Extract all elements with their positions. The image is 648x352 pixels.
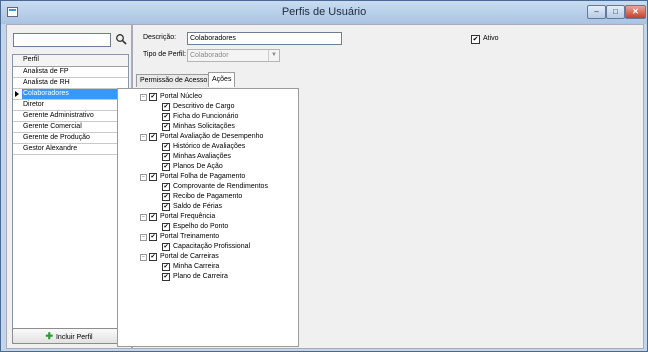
tree-item-label: Saldo de Férias	[173, 203, 223, 210]
profile-list: Perfil Analista de FP Analista de RH Colab…	[12, 54, 129, 344]
tree-checkbox[interactable]: ✔	[162, 103, 170, 111]
chevron-down-icon[interactable]: ▼	[268, 50, 279, 61]
tree-group-label: Portal Avaliação de Desempenho	[160, 133, 264, 140]
list-item[interactable]: Analista de RH	[13, 78, 128, 89]
list-header-label: Perfil	[23, 56, 39, 63]
list-item-label: Analista de FP	[23, 68, 69, 75]
row-indicator-icon	[15, 91, 19, 97]
list-item[interactable]: Colaboradores	[13, 89, 128, 100]
profiles-window: Perfis de Usuário – □ ✕ Perfil Analista …	[0, 0, 648, 352]
tree-item-label: Ficha do Funcionário	[173, 113, 239, 120]
tree-checkbox[interactable]: ✔	[162, 183, 170, 191]
tree-checkbox[interactable]: ✔	[162, 123, 170, 131]
tree-group-label: Portal Treinamento	[160, 233, 220, 240]
search-icon[interactable]	[115, 33, 127, 45]
tree-item-label: Minha Carreira	[173, 263, 220, 270]
collapse-icon[interactable]: −	[140, 134, 147, 141]
tree-item-label: Recibo de Pagamento	[173, 193, 243, 200]
collapse-icon[interactable]: −	[140, 234, 147, 241]
tree-item-label: Minhas Avaliações	[173, 153, 231, 160]
permission-tree: − ✔ Portal Núcleo ✔ Descritivo de Cargo ✔ Fich…	[117, 88, 299, 347]
list-item-label: Gerente Administrativo	[23, 112, 94, 119]
tree-checkbox[interactable]: ✔	[149, 253, 157, 261]
list-item[interactable]: Gestor Alexandre	[13, 144, 128, 155]
descricao-input[interactable]: Colaboradores	[187, 32, 342, 45]
tab-permissao-de-acesso[interactable]: Permissão de Acesso	[136, 74, 212, 87]
collapse-icon[interactable]: −	[140, 174, 147, 181]
tree-checkbox[interactable]: ✔	[149, 213, 157, 221]
list-item-label: Gerente Comercial	[23, 123, 82, 130]
list-item-label: Analista de RH	[23, 79, 70, 86]
list-header[interactable]: Perfil	[13, 55, 128, 67]
minimize-button[interactable]: –	[587, 5, 606, 19]
tree-item-label: Minhas Solicitações	[173, 123, 235, 130]
tree-group-label: Portal Núcleo	[160, 93, 203, 100]
tree-checkbox[interactable]: ✔	[149, 93, 157, 101]
descricao-label: Descrição:	[143, 34, 177, 41]
list-item-label: Colaboradores	[22, 89, 128, 99]
tipo-select[interactable]: Colaborador ▼	[187, 49, 280, 62]
search-input[interactable]	[13, 33, 111, 47]
tree-item-label: Descritivo de Cargo	[173, 103, 235, 110]
tree-group-label: Portal Folha de Pagamento	[160, 173, 246, 180]
tree-checkbox[interactable]: ✔	[162, 263, 170, 271]
list-item[interactable]: Gerente de Produção	[13, 133, 128, 144]
tree-checkbox[interactable]: ✔	[162, 193, 170, 201]
list-item-label: Gerente de Produção	[23, 134, 90, 141]
collapse-icon[interactable]: −	[140, 214, 147, 221]
ativo-checkbox[interactable]: ✔	[471, 35, 480, 44]
ativo-label: Ativo	[483, 35, 499, 42]
maximize-button[interactable]: □	[606, 5, 625, 19]
list-item[interactable]: Diretor	[13, 100, 128, 111]
list-item[interactable]: Gerente Comercial	[13, 122, 128, 133]
tree-checkbox[interactable]: ✔	[162, 163, 170, 171]
tipo-value: Colaborador	[190, 52, 229, 59]
title-bar: Perfis de Usuário – □ ✕	[1, 1, 647, 24]
tree-checkbox[interactable]: ✔	[162, 273, 170, 281]
tree-checkbox[interactable]: ✔	[162, 223, 170, 231]
tree-item-label: Histórico de Avaliações	[173, 143, 246, 150]
collapse-icon[interactable]: −	[140, 254, 147, 261]
window-title: Perfis de Usuário	[281, 6, 367, 18]
tree-checkbox[interactable]: ✔	[162, 143, 170, 151]
tree-checkbox[interactable]: ✔	[162, 153, 170, 161]
add-profile-label: Incluir Perfil	[55, 334, 93, 341]
list-item[interactable]: Gerente Administrativo	[13, 111, 128, 122]
profile-detail-panel: Descrição: Colaboradores Tipo de Perfil:…	[117, 24, 644, 349]
tree-item-label: Capacitação Profissional	[173, 243, 251, 250]
tree-item-label: Espelho do Ponto	[173, 223, 229, 230]
list-item[interactable]: Analista de FP	[13, 67, 128, 78]
tipo-label: Tipo de Perfil:	[143, 51, 186, 58]
tab-acoes[interactable]: Ações	[208, 72, 236, 87]
tree-checkbox[interactable]: ✔	[149, 233, 157, 241]
list-item-label: Diretor	[23, 101, 45, 108]
tree-checkbox[interactable]: ✔	[149, 173, 157, 181]
tree-item-label: Comprovante de Rendimentos	[173, 183, 268, 190]
tree-group-label: Portal Frequência	[160, 213, 216, 220]
close-button[interactable]: ✕	[625, 5, 646, 19]
tree-item-label: Planos De Ação	[173, 163, 223, 170]
tree-checkbox[interactable]: ✔	[162, 113, 170, 121]
tree-checkbox[interactable]: ✔	[162, 243, 170, 251]
tree-checkbox[interactable]: ✔	[162, 203, 170, 211]
plus-icon: ✚	[45, 331, 53, 341]
list-item-label: Gestor Alexandre	[23, 145, 78, 152]
tree-item-label: Plano de Carreira	[173, 273, 228, 280]
collapse-icon[interactable]: −	[140, 94, 147, 101]
profile-list-panel: Perfil Analista de FP Analista de RH Colab…	[6, 24, 132, 349]
add-profile-button[interactable]: ✚ Incluir Perfil	[12, 328, 126, 344]
tree-checkbox[interactable]: ✔	[149, 133, 157, 141]
tree-group-label: Portal de Carreiras	[160, 253, 219, 260]
